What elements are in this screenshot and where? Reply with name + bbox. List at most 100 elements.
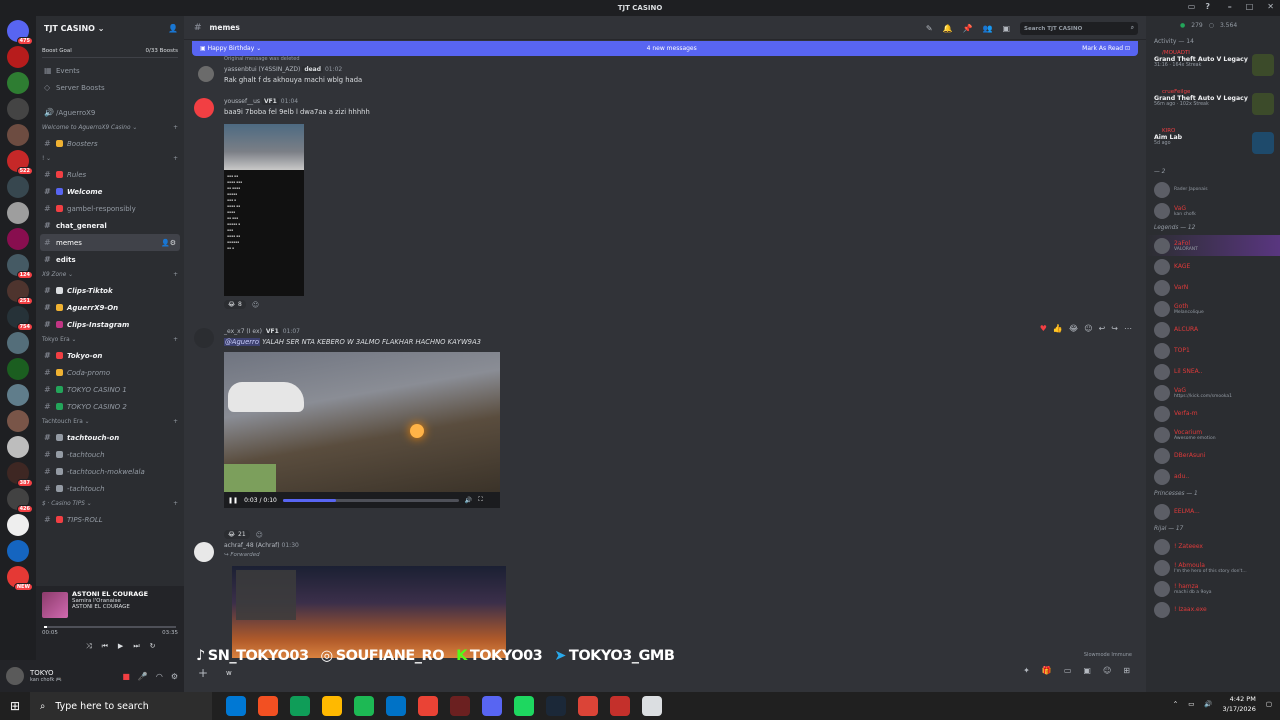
server-icon[interactable]: 426	[7, 488, 33, 513]
channel-item[interactable]: 🔊/AguerroX9	[36, 104, 184, 121]
taskbar-app-icon[interactable]	[450, 696, 470, 716]
forward-icon[interactable]: ↪	[1111, 324, 1118, 333]
channel-item[interactable]: # TOKYO CASINO 1	[36, 381, 184, 398]
mark-as-read-button[interactable]: Mark As Read ⊡	[1082, 45, 1130, 52]
avatar[interactable]	[194, 98, 214, 118]
add-channel-icon[interactable]: +	[173, 419, 178, 425]
member-item[interactable]: Goth Melancolique	[1146, 298, 1280, 319]
member-item[interactable]: Lil SNEA..	[1146, 361, 1280, 382]
bell-icon[interactable]: 🔔	[943, 24, 953, 33]
channel-item[interactable]: # Clips-Instagram	[36, 316, 184, 333]
apps-icon[interactable]: ✦	[1023, 666, 1030, 675]
message-author[interactable]: youssef__us	[224, 98, 260, 105]
repeat-icon[interactable]: ↻	[150, 642, 156, 651]
channel-item[interactable]: # chat_general	[36, 217, 184, 234]
settings-icon[interactable]: ⚙	[171, 672, 178, 681]
laugh-emoji-icon[interactable]: 😂	[1069, 324, 1078, 333]
channel-item[interactable]: # Welcome	[36, 183, 184, 200]
server-icon[interactable]: 754	[7, 306, 33, 331]
threads-icon[interactable]: ✎	[926, 24, 933, 33]
reaction-laugh[interactable]: 😂 21	[224, 530, 250, 539]
user-mention[interactable]: @Aguerro	[224, 338, 260, 346]
gif-icon[interactable]: ▭	[1064, 666, 1072, 675]
thumbs-up-icon[interactable]: 👍	[1053, 324, 1063, 333]
member-item[interactable]: VaG https://kick.com/smooka1	[1146, 382, 1280, 403]
reaction-laugh[interactable]: 😂 8	[224, 300, 246, 309]
member-item[interactable]: DBerAsuni	[1146, 445, 1280, 466]
message-author[interactable]: achraf_48 (Achraf)	[224, 542, 280, 549]
server-icon[interactable]	[7, 46, 29, 68]
member-item[interactable]: Verfa-m	[1146, 403, 1280, 424]
member-item[interactable]: Vocarium Awesome emotion	[1146, 424, 1280, 445]
channel-item[interactable]: # Boosters	[36, 135, 184, 152]
add-channel-icon[interactable]: +	[173, 272, 178, 278]
channel-category[interactable]: Welcome to AguerroX9 Casino ⌄ +	[36, 121, 184, 135]
member-item[interactable]: VarN	[1146, 277, 1280, 298]
fullscreen-icon[interactable]: ⛶	[478, 496, 482, 504]
taskbar-app-icon[interactable]	[610, 696, 630, 716]
taskbar-app-icon[interactable]	[322, 696, 342, 716]
pin-icon[interactable]: 📌	[963, 24, 973, 33]
search-input[interactable]: Search TJT CASINO ⌕	[1020, 22, 1138, 35]
taskbar-app-icon[interactable]	[482, 696, 502, 716]
track-progress[interactable]	[44, 626, 176, 628]
help-icon[interactable]: ?	[1205, 2, 1210, 11]
network-icon[interactable]: ▭	[1188, 700, 1194, 708]
taskbar-app-icon[interactable]	[354, 696, 374, 716]
channel-category[interactable]: Tokyo Era ⌄ +	[36, 333, 184, 347]
video-scrubber[interactable]	[282, 498, 459, 502]
member-item[interactable]: ALCURA	[1146, 319, 1280, 340]
taskbar-app-icon[interactable]	[226, 696, 246, 716]
member-item[interactable]: TOP1	[1146, 340, 1280, 361]
game-icon[interactable]: ■	[122, 672, 130, 681]
user-info[interactable]: TOKYO kan chofk 🎮	[30, 669, 62, 683]
members-icon[interactable]: 👥	[982, 24, 992, 33]
channel-settings-icon[interactable]: 👤⚙	[161, 239, 176, 247]
add-channel-icon[interactable]: +	[173, 125, 178, 131]
taskbar-app-icon[interactable]	[386, 696, 406, 716]
channel-item[interactable]: # memes 👤⚙	[40, 234, 180, 251]
message-author[interactable]: _ex_x7 (I ex)	[224, 328, 262, 335]
taskbar-app-icon[interactable]	[514, 696, 534, 716]
channel-item[interactable]: # tachtouch-on	[36, 429, 184, 446]
message-author[interactable]: yassenbtui (Y4SSIN_AZD)	[224, 66, 300, 73]
member-item[interactable]: VaG kan chofk	[1146, 200, 1280, 221]
channel-item[interactable]: # TIPS-ROLL	[36, 511, 184, 528]
boost-goal[interactable]: Boost Goal 0/33 Boosts	[42, 44, 178, 58]
add-channel-icon[interactable]: +	[173, 501, 178, 507]
channel-item[interactable]: # Clips-Tiktok	[36, 282, 184, 299]
channel-item[interactable]: # gambel-responsibly	[36, 200, 184, 217]
member-item[interactable]: KAGE	[1146, 256, 1280, 277]
channel-category[interactable]: ! ⌄ +	[36, 152, 184, 166]
new-messages-bar[interactable]: ▣ Happy Birthday ⌄ 4 new messages Mark A…	[192, 41, 1138, 56]
user-avatar[interactable]	[6, 667, 24, 685]
server-icon[interactable]	[7, 202, 29, 224]
mic-icon[interactable]: 🎤	[138, 672, 148, 681]
channel-category[interactable]: $ · Casino TIPS ⌄ +	[36, 497, 184, 511]
tray-chevron-icon[interactable]: ⌃	[1173, 700, 1178, 708]
add-channel-icon[interactable]: +	[173, 156, 178, 162]
activity-card[interactable]: /MOUADTI Grand Theft Auto V Legacy 31:16 ·…	[1146, 48, 1280, 87]
reply-icon[interactable]: ↩	[1099, 324, 1106, 333]
image-attachment[interactable]: ▪▪▪ ▪▪ ▪▪▪▪ ▪▪▪ ▪▪ ▪▪▪▪ ▪▪▪▪▪ ▪▪▪ ▪ ▪▪▪▪ ▪▪ ▪▪…	[224, 124, 304, 296]
more-icon[interactable]: ⋯	[1124, 324, 1132, 333]
server-icon[interactable]	[7, 176, 29, 198]
server-icon[interactable]	[7, 72, 29, 94]
server-icon[interactable]: NEW	[7, 566, 33, 591]
channel-item[interactable]: ◇ Server Boosts	[36, 79, 184, 96]
add-reaction-icon[interactable]: ☺	[256, 531, 263, 539]
notifications-icon[interactable]: ▢	[1266, 700, 1272, 708]
pause-icon[interactable]: ❚❚	[228, 497, 238, 504]
member-item[interactable]: Rader Japonais	[1146, 179, 1280, 200]
server-icon[interactable]: 522	[7, 150, 33, 175]
shuffle-icon[interactable]: ⤨	[86, 642, 92, 651]
member-item[interactable]: EELMA...	[1146, 501, 1280, 522]
avatar[interactable]	[194, 542, 214, 562]
taskbar-app-icon[interactable]	[546, 696, 566, 716]
channel-item[interactable]: # -tachtouch	[36, 480, 184, 497]
channel-item[interactable]: # Coda-promo	[36, 364, 184, 381]
taskbar-app-icon[interactable]	[258, 696, 278, 716]
taskbar-search[interactable]: ⌕ Type here to search	[30, 692, 212, 720]
channel-item[interactable]: # AguerrX9-On	[36, 299, 184, 316]
play-icon[interactable]: ▶	[118, 642, 123, 651]
